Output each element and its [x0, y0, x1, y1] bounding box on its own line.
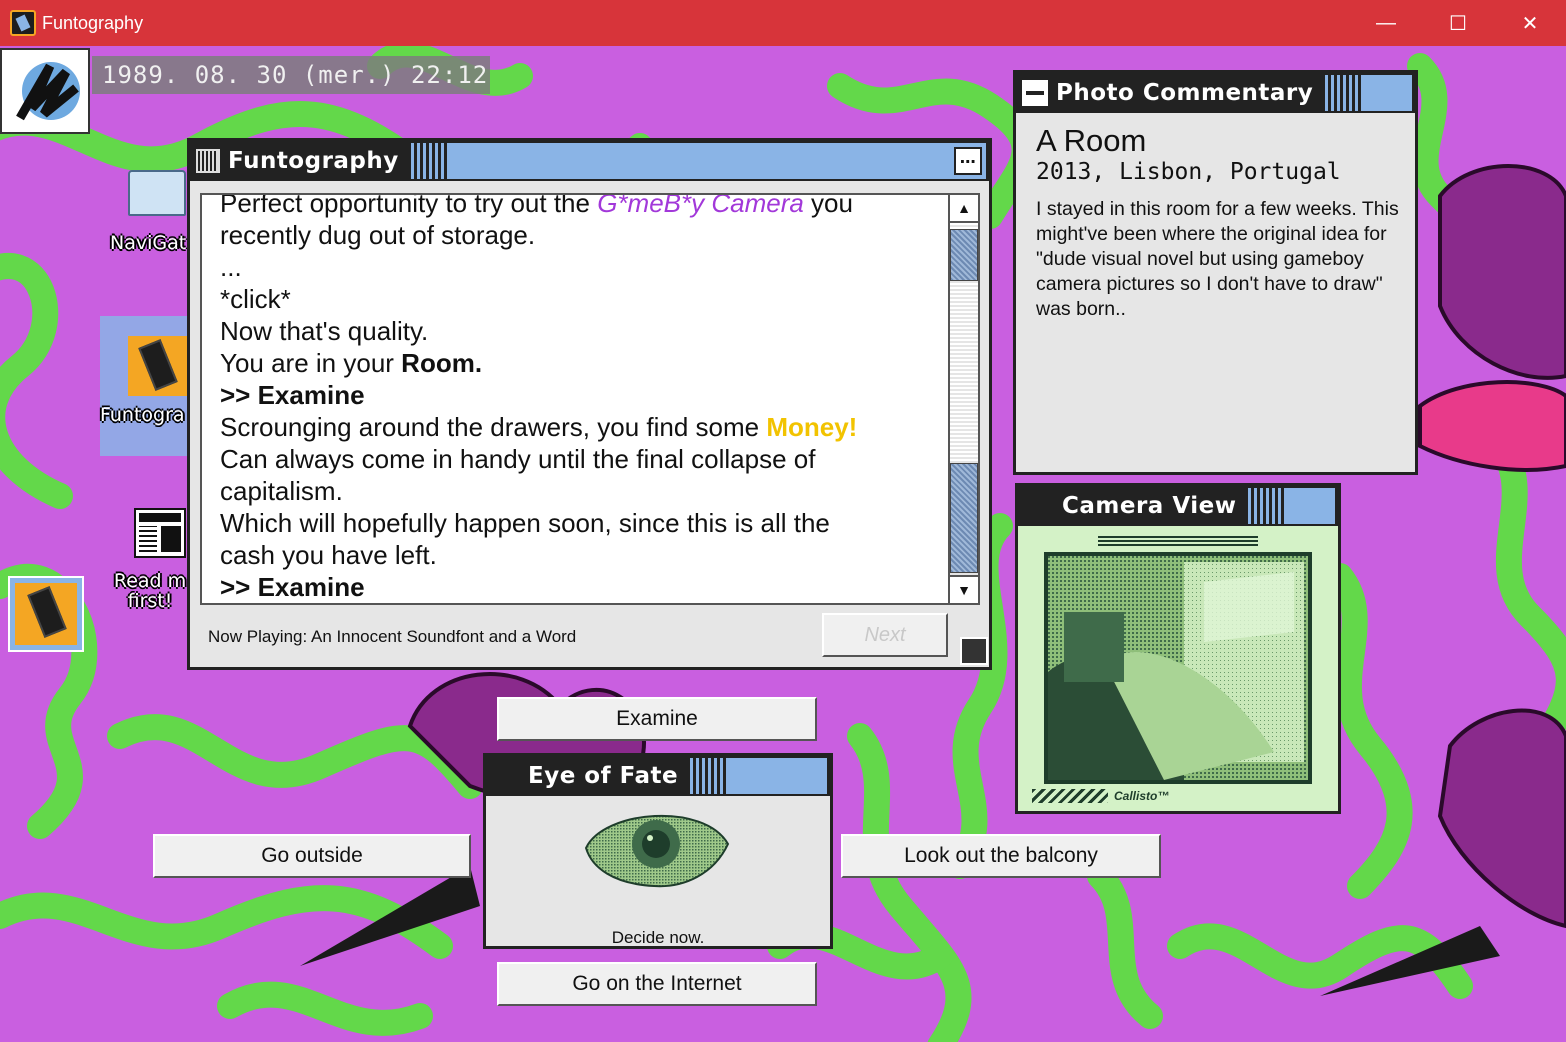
title-stripes [690, 758, 727, 794]
camera-titlebar: Camera View [1018, 486, 1338, 526]
choice-examine-button[interactable]: Examine [497, 697, 817, 741]
desktop-icon-label-2: first! [127, 590, 173, 612]
photo-title: A Room [1036, 123, 1147, 158]
desktop-icon-funtography[interactable]: Funtogra [100, 316, 192, 456]
choice-balcony-button[interactable]: Look out the balcony [841, 834, 1161, 878]
story-line: capitalism. [220, 476, 343, 506]
now-playing: Now Playing: An Innocent Soundfont and a… [208, 627, 577, 646]
commentary-titlebar: Photo Commentary [1016, 73, 1415, 113]
desktop-icon-navigator[interactable]: NaviGat [104, 170, 194, 254]
fate-title: Eye of Fate [528, 763, 679, 789]
scroll-up-button[interactable]: ▲ [950, 195, 978, 223]
grid-icon [196, 149, 220, 173]
story-action: >> Examine [220, 380, 365, 410]
window-menu-button[interactable]: … [954, 147, 982, 175]
story-line: Now that's quality. [220, 316, 429, 346]
eye-icon [584, 814, 730, 888]
title-fill [1284, 488, 1335, 524]
choice-go-outside-button[interactable]: Go outside [153, 834, 471, 878]
story-line: Perfect opportunity to try out the G*meB… [220, 193, 940, 219]
title-stripes [1248, 488, 1285, 524]
scroll-marker-top [950, 229, 978, 281]
camera-bezel-stripe [1098, 536, 1258, 546]
desktop-icon-camera[interactable] [8, 576, 84, 652]
minimize-button[interactable]: — [1350, 0, 1422, 46]
scroll-down-button[interactable]: ▼ [950, 575, 978, 603]
folder-icon [128, 170, 186, 216]
newspaper-icon [134, 508, 186, 558]
scribble-logo-icon [16, 63, 79, 121]
story-line: *click* [220, 284, 291, 314]
choice-internet-button[interactable]: Go on the Internet [497, 962, 817, 1006]
desktop-icon-news[interactable]: Read m first! [108, 508, 192, 612]
game-desktop: 1989. 08. 30 (mer.) 22:12 NaviGat Funtog… [0, 46, 1566, 1042]
story-scrollbar[interactable]: ▲ ▼ [948, 193, 980, 605]
gameboy-photo-room [1044, 552, 1312, 784]
story-line: Which will hopefully happen soon, since … [220, 508, 830, 538]
story-line: ... [220, 252, 242, 282]
camera-view-window: Camera View Callisto™ [1015, 483, 1341, 814]
main-window-title: Funtography [228, 148, 399, 174]
story-line: Scrounging around the drawers, you find … [220, 412, 858, 442]
camera-brand: Callisto™ [1114, 789, 1170, 803]
next-button[interactable]: Next [822, 613, 948, 657]
title-fill: … [446, 143, 986, 179]
camera-highlight: G*meB*y Camera [597, 193, 804, 218]
location-highlight: Room. [401, 348, 483, 378]
os-window-title: Funtography [42, 12, 144, 33]
story-text: Perfect opportunity to try out the G*meB… [220, 193, 940, 603]
photo-commentary-text: I stayed in this room for a few weeks. T… [1036, 198, 1399, 320]
app-icon [10, 10, 36, 36]
title-fill [1361, 75, 1412, 111]
camera-title: Camera View [1062, 493, 1237, 519]
title-stripes [1325, 75, 1362, 111]
os-titlebar: Funtography — ☐ ✕ [0, 0, 1566, 46]
story-line: You are in your Room. [220, 348, 483, 378]
desktop-icon-label: Read m [113, 570, 187, 592]
start-button[interactable] [0, 48, 90, 134]
main-window-titlebar: Funtography … [190, 141, 989, 181]
desktop-icon-label: Funtogra [100, 404, 185, 426]
maximize-button[interactable]: ☐ [1422, 0, 1494, 46]
camera-icon [128, 336, 188, 396]
story-text-panel[interactable]: Perfect opportunity to try out the G*meB… [200, 193, 950, 605]
window-controls: — ☐ ✕ [1350, 0, 1566, 46]
commentary-title: Photo Commentary [1056, 80, 1314, 106]
fate-caption: Decide now. [611, 928, 705, 947]
camera-brand-wave-icon [1032, 789, 1108, 803]
money-highlight: Money! [766, 412, 858, 442]
title-stripes [410, 143, 447, 179]
story-line: cash you have left. [220, 540, 437, 570]
desktop-icon-label: NaviGat [110, 232, 187, 254]
eye-of-fate-window: Eye of Fate Decide now. [483, 753, 833, 949]
story-line: Can always come in handy until the final… [220, 444, 816, 474]
main-window: Funtography … Perfect opportunity to try… [187, 138, 992, 670]
story-action: >> Examine [220, 572, 365, 602]
resize-grip[interactable] [960, 637, 988, 665]
minimize-box-icon[interactable] [1022, 80, 1048, 106]
scroll-track[interactable] [950, 223, 978, 575]
photo-commentary-window: Photo Commentary A Room 2013, Lisbon, Po… [1013, 70, 1418, 475]
clock-display: 1989. 08. 30 (mer.) 22:12 [92, 56, 490, 94]
scroll-thumb[interactable] [950, 463, 978, 573]
story-line: recently dug out of storage. [220, 220, 536, 250]
camera-icon [15, 583, 77, 645]
close-button[interactable]: ✕ [1494, 0, 1566, 46]
title-fill [726, 758, 827, 794]
fate-titlebar: Eye of Fate [486, 756, 830, 796]
photo-meta: 2013, Lisbon, Portugal [1036, 159, 1341, 185]
